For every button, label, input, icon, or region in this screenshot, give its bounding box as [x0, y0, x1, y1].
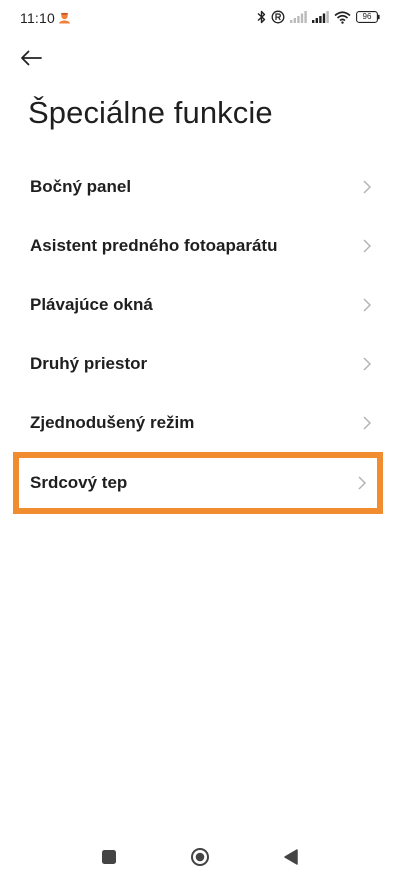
list-item-floating-windows[interactable]: Plávajúce okná: [0, 275, 400, 334]
chevron-right-icon: [362, 415, 372, 431]
wifi-icon: [334, 10, 351, 24]
arrow-left-icon: [20, 50, 42, 71]
settings-list: Bočný panel Asistent predného fotoaparát…: [0, 157, 400, 514]
list-item-label: Srdcový tep: [30, 473, 128, 492]
list-item-heart-rate[interactable]: Srdcový tep: [13, 452, 383, 514]
chevron-right-icon: [357, 475, 367, 491]
list-item-front-camera-assistant[interactable]: Asistent predného fotoaparátu: [0, 216, 400, 275]
status-bar: 11:10 96: [0, 0, 400, 36]
back-button[interactable]: [20, 44, 60, 76]
signal-icon: [290, 11, 307, 23]
list-item-label: Bočný panel: [30, 176, 132, 196]
navigation-bar: [0, 829, 400, 889]
status-icons: 96: [257, 9, 380, 25]
battery-level: 96: [362, 12, 372, 21]
battery-icon: 96: [356, 11, 380, 23]
list-item-side-panel[interactable]: Bočný panel: [0, 157, 400, 216]
bluetooth-icon: [257, 10, 266, 24]
recent-apps-icon: [101, 849, 117, 870]
notification-icon: [58, 11, 71, 24]
list-item-label: Zjednodušený režim: [30, 412, 195, 432]
list-item-simple-mode[interactable]: Zjednodušený režim: [0, 393, 400, 452]
back-triangle-icon: [283, 848, 299, 871]
recent-apps-button[interactable]: [97, 847, 121, 871]
status-time: 11:10: [20, 10, 55, 26]
registered-icon: [271, 10, 285, 24]
chevron-right-icon: [362, 238, 372, 254]
chevron-right-icon: [362, 356, 372, 372]
page-title: Špeciálne funkcie: [28, 95, 273, 130]
back-nav-button[interactable]: [279, 847, 303, 871]
signal-icon: [312, 11, 329, 23]
chevron-right-icon: [362, 179, 372, 195]
home-icon: [190, 847, 210, 872]
list-item-second-space[interactable]: Druhý priestor: [0, 334, 400, 393]
chevron-right-icon: [362, 297, 372, 313]
list-item-label: Druhý priestor: [30, 353, 148, 373]
list-item-label: Plávajúce okná: [30, 294, 153, 314]
list-item-label: Asistent predného fotoaparátu: [30, 235, 278, 255]
home-button[interactable]: [188, 847, 212, 871]
